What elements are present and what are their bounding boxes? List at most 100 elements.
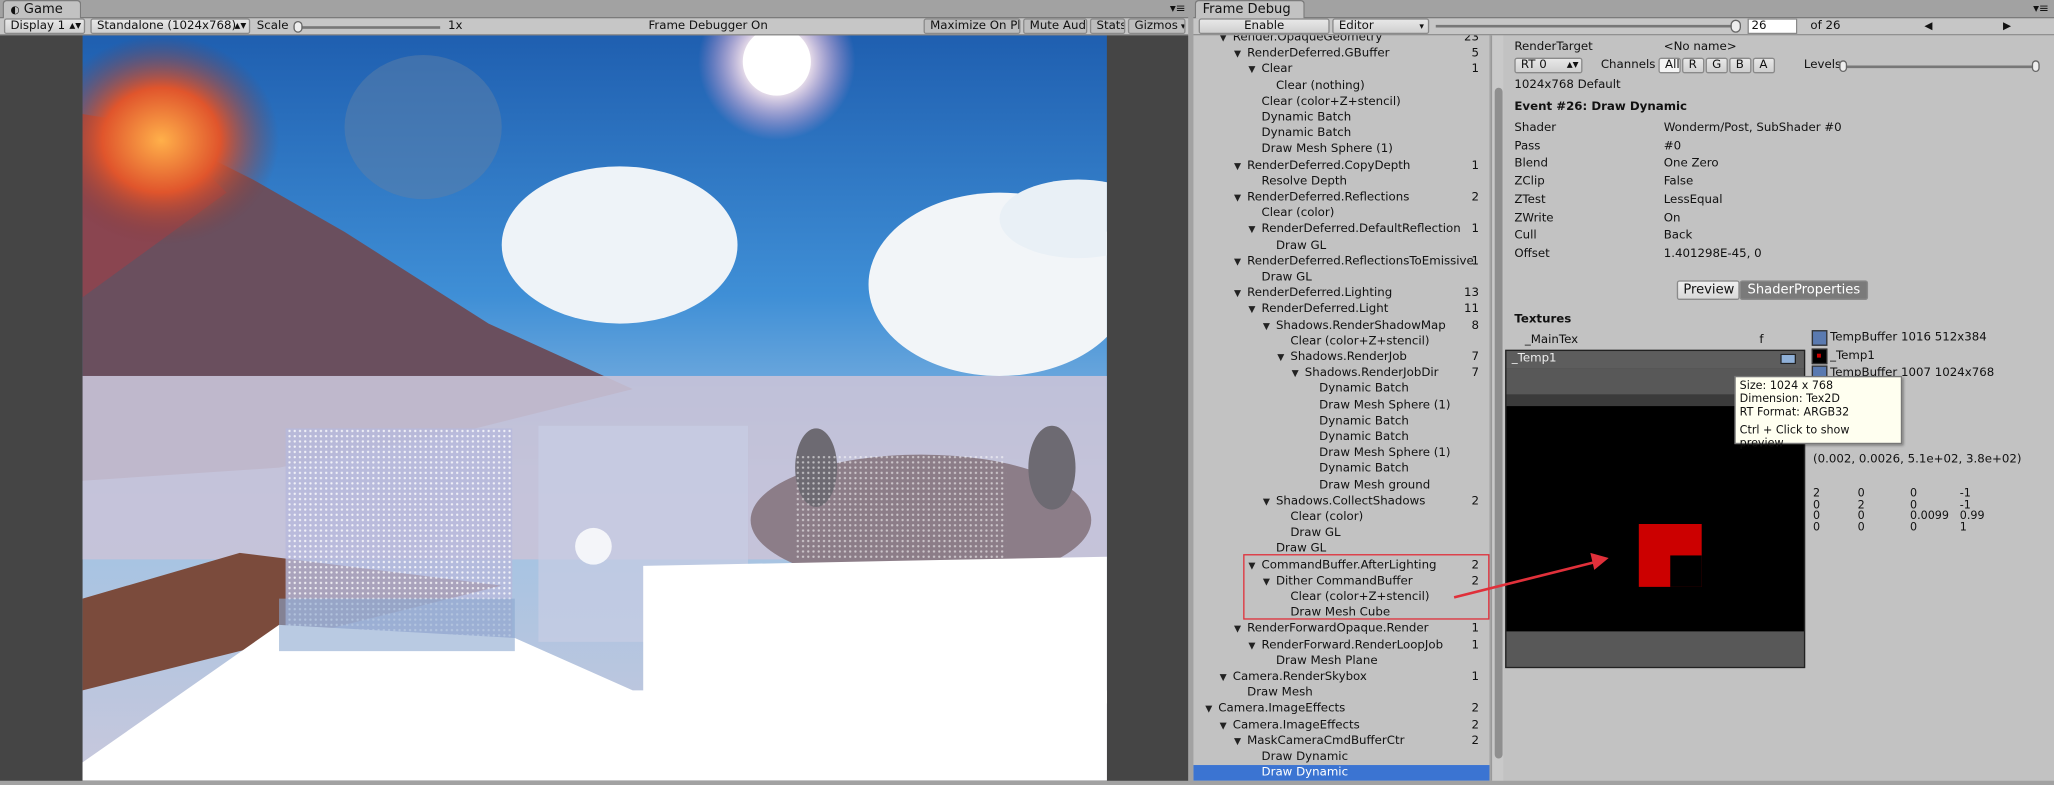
tree-row[interactable]: Clear (color)	[1193, 206, 1489, 222]
tree-row[interactable]: Clear (color+Z+stencil)	[1193, 94, 1489, 110]
event-tree-scrollbar[interactable]	[1490, 35, 1504, 781]
channel-a-button[interactable]: A	[1752, 57, 1776, 74]
expand-triangle-icon[interactable]: ▼	[1234, 621, 1241, 637]
tree-row[interactable]: Draw Mesh Sphere (1)	[1193, 142, 1489, 158]
tree-row[interactable]: Draw Mesh Sphere (1)	[1193, 446, 1489, 462]
rt-dropdown[interactable]: RT 0 ▴▾	[1514, 57, 1583, 74]
tree-row[interactable]: ▼ RenderDeferred.ReflectionsToEmissive 1	[1193, 254, 1489, 270]
tree-row-count: 2	[1471, 734, 1479, 748]
popup-color-icon[interactable]	[1780, 353, 1797, 365]
tree-row[interactable]: Clear (color)	[1193, 510, 1489, 526]
tree-row[interactable]: Draw Mesh ground	[1193, 478, 1489, 494]
scale-slider-track[interactable]	[293, 26, 441, 29]
expand-triangle-icon[interactable]: ▼	[1234, 286, 1241, 302]
tree-row[interactable]: ▼ Render.OpaqueGeometry 23	[1193, 35, 1489, 45]
shader-properties-tab-button[interactable]: ShaderProperties	[1739, 280, 1869, 300]
texture-popup-titlebar: _Temp1	[1506, 351, 1804, 369]
tree-row[interactable]: Dynamic Batch	[1193, 126, 1489, 142]
texture-option-1[interactable]: TempBuffer 1016 512x384	[1830, 330, 1987, 346]
tree-row[interactable]: Dynamic Batch	[1193, 414, 1489, 430]
tree-row[interactable]: Dynamic Batch	[1193, 382, 1489, 398]
scrollbar-thumb[interactable]	[1494, 87, 1503, 759]
tree-row[interactable]: ▼ Camera.RenderSkybox 1	[1193, 669, 1489, 685]
maximize-on-play-button[interactable]: Maximize On Play	[923, 18, 1021, 35]
enable-button[interactable]: Enable	[1198, 18, 1330, 35]
gizmos-dropdown[interactable]: Gizmos ▾	[1127, 18, 1186, 35]
scale-slider-thumb[interactable]	[293, 20, 303, 33]
display-dropdown[interactable]: Display 1 ▴▾	[3, 18, 86, 35]
target-dropdown[interactable]: Editor ▾	[1332, 18, 1430, 35]
channel-r-button[interactable]: R	[1682, 57, 1705, 74]
tree-row[interactable]: Resolve Depth	[1193, 174, 1489, 190]
event-slider-thumb[interactable]	[1730, 19, 1741, 33]
expand-triangle-icon[interactable]: ▼	[1234, 46, 1241, 62]
expand-triangle-icon[interactable]: ▼	[1292, 366, 1299, 382]
tree-row[interactable]: ▼ RenderDeferred.Reflections 2	[1193, 190, 1489, 206]
expand-triangle-icon[interactable]: ▼	[1220, 717, 1227, 733]
tree-row[interactable]: ▼ RenderDeferred.DefaultReflection 1	[1193, 222, 1489, 238]
tree-row[interactable]: ▼ RenderDeferred.Lighting 13	[1193, 286, 1489, 302]
tree-row[interactable]: ▼ Shadows.RenderShadowMap 8	[1193, 318, 1489, 334]
mute-audio-button[interactable]: Mute Audio	[1023, 18, 1088, 35]
expand-triangle-icon[interactable]: ▼	[1205, 701, 1212, 717]
next-event-icon[interactable]: ▶	[2003, 18, 2011, 34]
expand-triangle-icon[interactable]: ▼	[1234, 254, 1241, 270]
levels-max-handle[interactable]	[2031, 60, 2040, 73]
tree-row[interactable]: ▼ Shadows.CollectShadows 2	[1193, 494, 1489, 510]
tree-row[interactable]: Dynamic Batch	[1193, 462, 1489, 478]
tree-row[interactable]: ▼ MaskCameraCmdBufferCtr 2	[1193, 733, 1489, 749]
stats-button[interactable]: Stats	[1089, 18, 1126, 35]
tree-row[interactable]: ▼ Camera.ImageEffects 2	[1193, 717, 1489, 733]
game-viewport[interactable]	[0, 35, 1189, 781]
tree-row[interactable]: Draw Mesh Sphere (1)	[1193, 398, 1489, 414]
tree-row[interactable]: Dynamic Batch	[1193, 110, 1489, 126]
tree-row[interactable]: Draw GL	[1193, 238, 1489, 254]
preview-tab-button[interactable]: Preview	[1676, 280, 1740, 300]
tree-row[interactable]: Draw Mesh	[1193, 685, 1489, 701]
expand-triangle-icon[interactable]: ▼	[1263, 318, 1270, 334]
resolution-dropdown[interactable]: Standalone (1024x768) ▴▾	[90, 18, 251, 35]
tree-row[interactable]: Clear (nothing)	[1193, 78, 1489, 94]
expand-triangle-icon[interactable]: ▼	[1248, 62, 1255, 78]
tree-row[interactable]: Dynamic Batch	[1193, 430, 1489, 446]
expand-triangle-icon[interactable]: ▼	[1234, 733, 1241, 749]
channel-all-button[interactable]: All	[1658, 57, 1681, 74]
expand-triangle-icon[interactable]: ▼	[1277, 350, 1284, 366]
expand-triangle-icon[interactable]: ▼	[1234, 190, 1241, 206]
texture-option-2[interactable]: _Temp1	[1830, 348, 1875, 364]
tab-frame-debug[interactable]: Frame Debug	[1194, 0, 1305, 19]
expand-triangle-icon[interactable]: ▼	[1248, 637, 1255, 653]
tree-row[interactable]: ▼ RenderDeferred.GBuffer 5	[1193, 46, 1489, 62]
tree-row[interactable]: Draw Dynamic	[1193, 765, 1490, 781]
previous-event-icon[interactable]: ◀	[1924, 18, 1932, 34]
expand-triangle-icon[interactable]: ▼	[1220, 669, 1227, 685]
tree-row[interactable]: Draw GL	[1193, 270, 1489, 286]
tree-row[interactable]: ▼ Clear 1	[1193, 62, 1489, 78]
tree-row[interactable]: ▼ RenderDeferred.CopyDepth 1	[1193, 158, 1489, 174]
expand-triangle-icon[interactable]: ▼	[1234, 158, 1241, 174]
event-slider-track[interactable]	[1435, 24, 1738, 28]
expand-triangle-icon[interactable]: ▼	[1248, 302, 1255, 318]
levels-min-handle[interactable]	[1839, 60, 1848, 73]
expand-triangle-icon[interactable]: ▼	[1263, 494, 1270, 510]
tree-row[interactable]: Draw Dynamic	[1193, 749, 1489, 765]
levels-slider-track[interactable]	[1840, 65, 2035, 69]
panel-menu-icon[interactable]: ▾≡	[2033, 1, 2049, 17]
channel-b-button[interactable]: B	[1729, 57, 1752, 74]
tree-row[interactable]: ▼ RenderForwardOpaque.Render 1	[1193, 621, 1489, 637]
tree-row[interactable]: ▼ Camera.ImageEffects 2	[1193, 701, 1489, 717]
expand-triangle-icon[interactable]: ▼	[1248, 222, 1255, 238]
tree-row[interactable]: ▼ RenderForward.RenderLoopJob 1	[1193, 637, 1489, 653]
tab-game[interactable]: ◐ Game	[2, 0, 82, 19]
tree-row-label: Draw GL	[1290, 526, 1341, 540]
tree-row[interactable]: ▼ RenderDeferred.Light 11	[1193, 302, 1489, 318]
expand-triangle-icon[interactable]: ▼	[1220, 35, 1227, 45]
event-index-field[interactable]: 26	[1747, 18, 1798, 35]
tree-row[interactable]: Clear (color+Z+stencil)	[1193, 334, 1489, 350]
tree-row[interactable]: ▼ Shadows.RenderJobDir 7	[1193, 366, 1489, 382]
panel-menu-icon[interactable]: ▾≡	[1170, 1, 1186, 17]
tree-row[interactable]: Draw GL	[1193, 526, 1489, 542]
tree-row[interactable]: ▼ Shadows.RenderJob 7	[1193, 350, 1489, 366]
channel-g-button[interactable]: G	[1705, 57, 1728, 74]
tree-row[interactable]: Draw Mesh Plane	[1193, 653, 1489, 669]
